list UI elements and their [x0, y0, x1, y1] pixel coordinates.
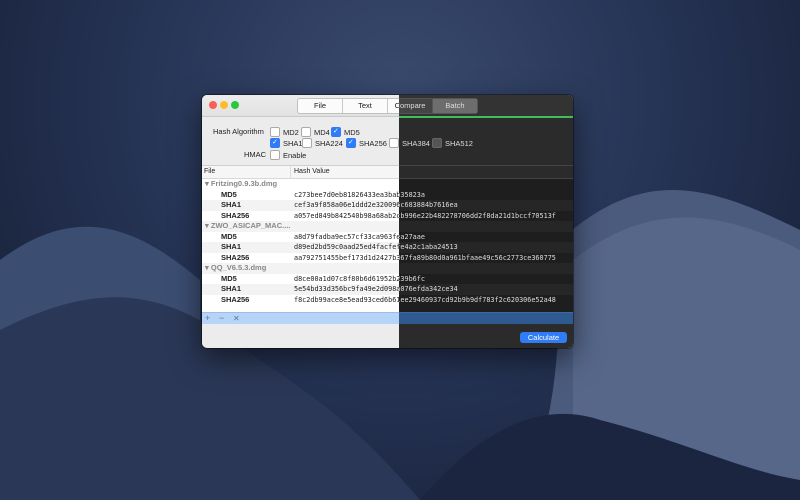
tab-text[interactable]: Text — [343, 99, 388, 113]
algo-label: SHA1 — [221, 242, 242, 251]
algo-label: SHA1 — [221, 284, 242, 293]
minimize-button[interactable] — [220, 101, 228, 109]
checkbox-box — [432, 138, 442, 148]
hash-algorithm-label: Hash Algorithm — [213, 127, 264, 136]
group-name: ZWO_ASICAP_MAC.... — [210, 221, 291, 230]
group-name: Fritzing0.9.3b.dmg — [210, 179, 278, 188]
algo-label: SHA256 — [221, 210, 250, 220]
checkbox-box — [302, 138, 312, 148]
column-header-hash[interactable]: Hash Value — [294, 166, 330, 178]
zoom-button[interactable] — [231, 101, 239, 109]
algo-label: SHA1 — [221, 200, 242, 209]
algo-label: MD5 — [221, 273, 237, 283]
remove-icon[interactable]: − — [219, 313, 224, 324]
calculate-button-dark[interactable]: Calculate — [520, 332, 567, 343]
checkmark-icon — [346, 138, 356, 148]
checkbox-box — [389, 138, 399, 148]
group-name: QQ_V6.5.3.dmg — [210, 263, 267, 272]
checkbox-sha224[interactable]: SHA224 — [302, 137, 343, 149]
algo-label: MD5 — [221, 231, 237, 241]
clear-icon[interactable]: ✕ — [233, 313, 240, 324]
hash-app-window: File Text Compare Batch Hash Algorithm M… — [202, 95, 573, 348]
checkbox-sha512-dark[interactable]: SHA512 — [432, 137, 473, 149]
column-header-file[interactable]: File — [204, 166, 215, 178]
tab-file[interactable]: File — [298, 99, 343, 113]
hmac-label: HMAC — [244, 150, 267, 159]
tab-batch-dark[interactable]: Batch — [433, 99, 477, 113]
checkbox-box — [270, 150, 280, 160]
close-button[interactable] — [209, 101, 217, 109]
checkbox-box — [270, 127, 280, 137]
add-icon[interactable]: + — [205, 313, 210, 324]
algo-label: SHA256 — [221, 294, 250, 304]
checkbox-sha1[interactable]: SHA1 — [270, 137, 303, 149]
algo-label: MD5 — [221, 189, 237, 199]
algo-label: SHA256 — [221, 252, 250, 262]
checkbox-sha256[interactable]: SHA256 — [346, 137, 387, 149]
checkbox-hmac-enable[interactable]: Enable — [270, 149, 306, 161]
checkmark-icon — [270, 138, 280, 148]
checkmark-icon — [331, 127, 341, 137]
column-divider — [290, 166, 291, 178]
checkbox-md5[interactable]: MD5 — [331, 126, 360, 138]
checkbox-box — [301, 127, 311, 137]
